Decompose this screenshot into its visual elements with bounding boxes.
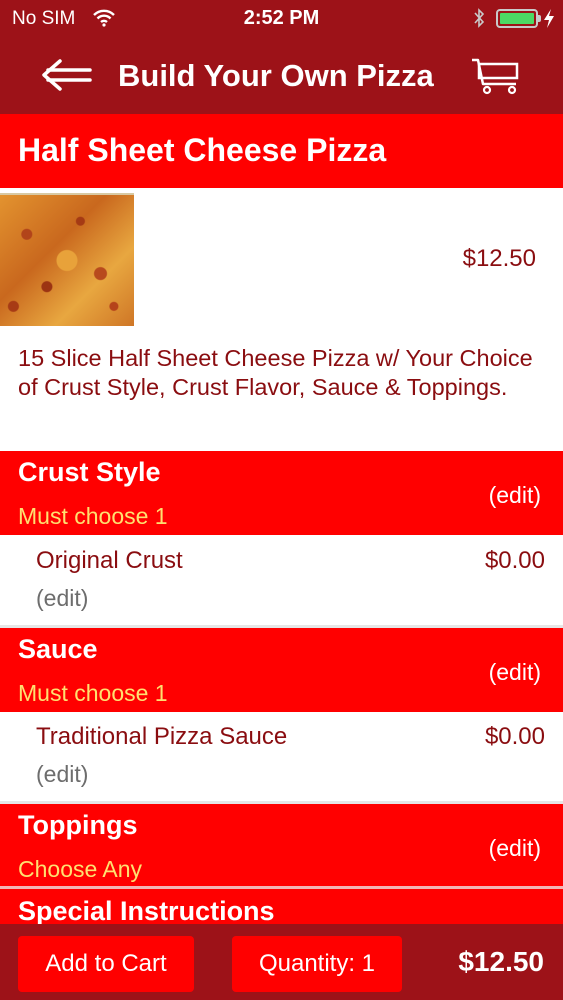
section-requirement: Must choose 1: [18, 680, 168, 706]
option-row-sauce[interactable]: Traditional Pizza Sauce $0.00 (edit): [0, 713, 563, 801]
product-image: [0, 193, 134, 326]
product-price: $12.50: [462, 245, 536, 272]
section-title: Special Instructions: [18, 896, 275, 924]
section-edit-link[interactable]: (edit): [489, 835, 541, 862]
section-title: Toppings: [18, 810, 138, 840]
option-price: $0.00: [484, 723, 545, 750]
add-to-cart-button[interactable]: Add to Cart: [18, 936, 194, 992]
option-row-crust[interactable]: Original Crust $0.00 (edit): [0, 537, 563, 625]
section-special-instructions[interactable]: Special Instructions: [0, 889, 563, 924]
order-total: $12.50: [458, 946, 544, 977]
charging-bolt-icon: [544, 9, 554, 28]
bluetooth-icon: [474, 8, 485, 28]
status-bar: No SIM 2:52 PM: [0, 0, 563, 38]
product-title: Half Sheet Cheese Pizza: [18, 132, 387, 168]
option-edit-link[interactable]: (edit): [36, 585, 88, 612]
battery-tip: [538, 15, 541, 22]
section-toppings[interactable]: Toppings Choose Any (edit): [0, 804, 563, 886]
section-edit-link[interactable]: (edit): [489, 482, 541, 509]
section-requirement: Must choose 1: [18, 503, 168, 529]
section-sauce[interactable]: Sauce Must choose 1 (edit): [0, 628, 563, 712]
option-name: Traditional Pizza Sauce: [36, 723, 288, 750]
product-description: 15 Slice Half Sheet Cheese Pizza w/ Your…: [18, 345, 533, 400]
section-requirement: Choose Any: [18, 856, 143, 882]
section-edit-link[interactable]: (edit): [489, 659, 541, 686]
cart-icon[interactable]: [470, 56, 524, 96]
arrow-left-icon[interactable]: [40, 58, 94, 92]
nav-bar: Build Your Own Pizza: [0, 38, 563, 114]
product-title-bar: Half Sheet Cheese Pizza: [0, 114, 563, 188]
option-name: Original Crust: [36, 547, 183, 574]
section-crust-style[interactable]: Crust Style Must choose 1 (edit): [0, 451, 563, 535]
bottom-bar: Add to Cart Quantity: 1 $12.50: [0, 924, 563, 1000]
section-title: Crust Style: [18, 457, 161, 487]
section-title: Sauce: [18, 634, 98, 664]
battery-icon: [496, 9, 538, 28]
quantity-button[interactable]: Quantity: 1: [232, 936, 402, 992]
option-edit-link[interactable]: (edit): [36, 761, 88, 788]
option-price: $0.00: [484, 547, 545, 574]
page-title: Build Your Own Pizza: [118, 58, 434, 93]
